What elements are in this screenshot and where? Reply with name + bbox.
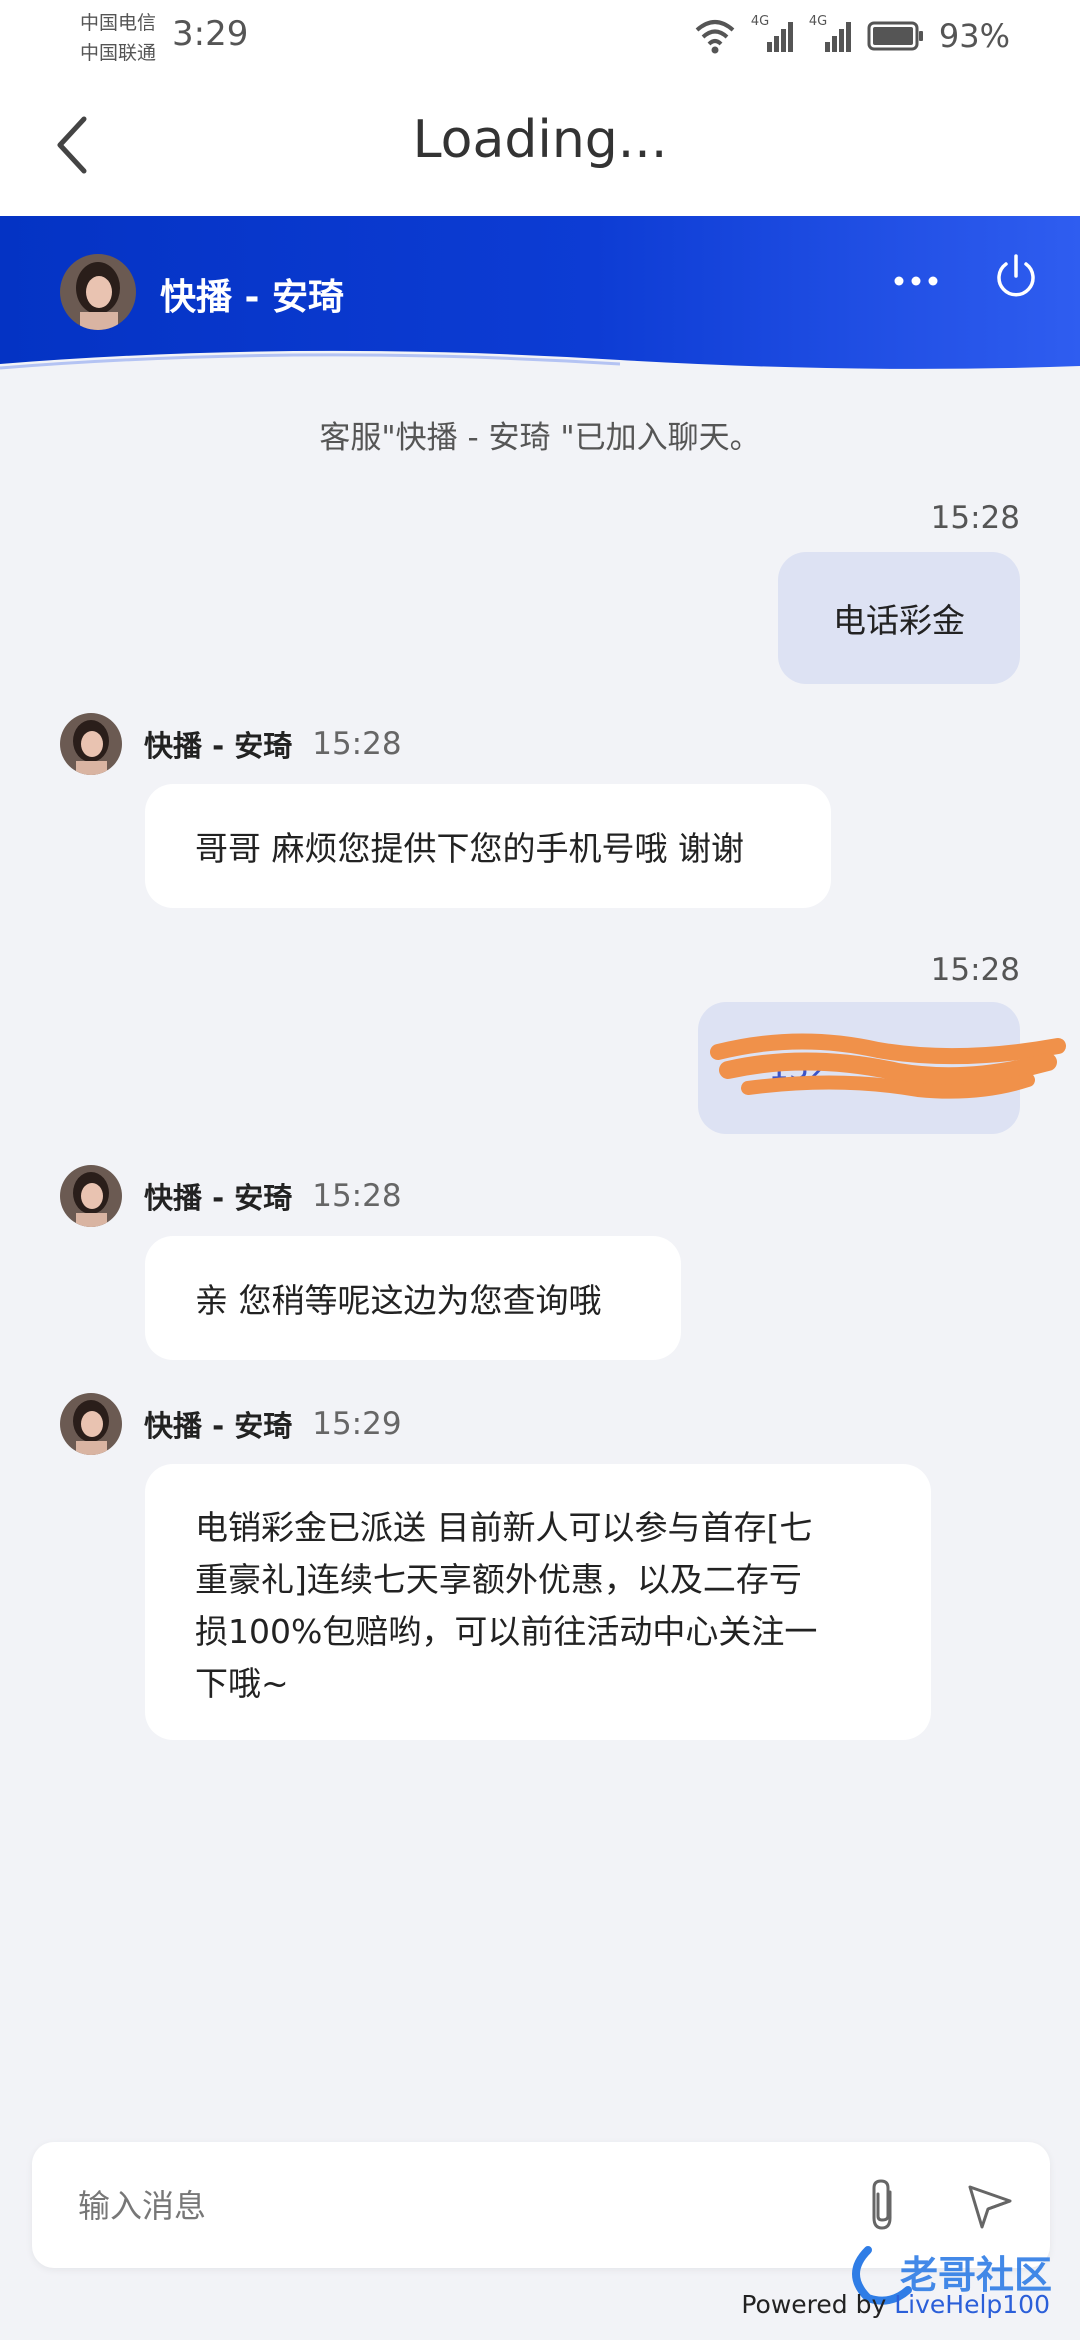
- agent-avatar: [60, 254, 136, 330]
- signal-icon: 4G: [751, 14, 795, 54]
- avatar: [60, 1165, 122, 1227]
- message-input[interactable]: [76, 2172, 840, 2240]
- header-wave-decoration: [0, 350, 1080, 386]
- page-title: Loading...: [412, 110, 668, 170]
- message-line: 下哦~: [195, 1664, 289, 1703]
- battery-icon: [867, 21, 923, 51]
- incoming-message: 电销彩金已派送 目前新人可以参与首存[七 重豪礼]连续七天享额外优惠，以及二存亏…: [145, 1464, 931, 1740]
- battery-percentage: 93%: [938, 17, 1010, 55]
- send-button[interactable]: [960, 2174, 1020, 2236]
- redaction-scribble: [710, 1033, 1066, 1099]
- message-timestamp: 15:29: [312, 1406, 402, 1442]
- agent-message-header: 快播 - 安琦 15:28: [60, 712, 402, 776]
- attach-file-button[interactable]: [854, 2172, 910, 2238]
- signal-icon-2: 4G: [809, 14, 853, 54]
- avatar: [60, 1393, 122, 1455]
- send-icon: [968, 2185, 1012, 2229]
- outgoing-message: 电话彩金: [778, 552, 1020, 684]
- message-timestamp: 15:28: [312, 1178, 402, 1214]
- sender-name: 快播 - 安琦: [144, 1409, 293, 1443]
- carrier-2: 中国联通: [80, 42, 157, 64]
- status-time: 3:29: [172, 14, 249, 54]
- status-icons: 4G 4G 93%: [693, 14, 1010, 58]
- sender-name: 快播 - 安琦: [144, 1181, 293, 1215]
- message-timestamp: 15:28: [312, 726, 402, 762]
- message-line: 重豪礼]连续七天享额外优惠，以及二存亏: [195, 1560, 802, 1599]
- agent-message-header: 快播 - 安琦 15:28: [60, 1164, 402, 1228]
- outgoing-message-redacted[interactable]: 152: [698, 1002, 1066, 1134]
- more-dots-icon: [894, 276, 938, 286]
- agent-message-header: 快播 - 安琦 15:29: [60, 1392, 402, 1456]
- message-line: 损100%包赔哟，可以前往活动中心关注一: [195, 1612, 818, 1651]
- powered-by-prefix: Powered by: [741, 2290, 895, 2319]
- message-timestamp: 15:28: [930, 952, 1020, 988]
- carrier-1: 中国电信: [80, 12, 157, 34]
- sender-name: 快播 - 安琦: [144, 729, 293, 763]
- incoming-message: 哥哥 麻烦您提供下您的手机号哦 谢谢: [145, 784, 831, 908]
- wifi-icon: [695, 20, 735, 54]
- system-message: 客服"快播 - 安琦 "已加入聊天。: [319, 420, 761, 456]
- paperclip-icon: [872, 2179, 892, 2230]
- chat-header: 快播 - 安琦: [0, 216, 1080, 386]
- avatar: [60, 713, 122, 775]
- more-options-button[interactable]: [888, 256, 944, 306]
- powered-by-footer: Powered by LiveHelp100: [741, 2290, 1050, 2319]
- powered-by-brand-link[interactable]: LiveHelp100: [894, 2290, 1050, 2319]
- agent-name-header: 快播 - 安琦: [160, 277, 345, 318]
- carrier-labels: 中国电信 中国联通: [80, 8, 156, 68]
- message-line: 电销彩金已派送 目前新人可以参与首存[七: [195, 1508, 813, 1547]
- app-header: Loading...: [0, 72, 1080, 216]
- end-chat-button[interactable]: [988, 244, 1044, 308]
- message-timestamp: 15:28: [930, 500, 1020, 536]
- incoming-message: 亲 您稍等呢这边为您查询哦: [145, 1236, 681, 1360]
- status-bar: 中国电信 中国联通 3:29 4G 4G 93%: [0, 0, 1080, 72]
- power-icon: [997, 254, 1035, 297]
